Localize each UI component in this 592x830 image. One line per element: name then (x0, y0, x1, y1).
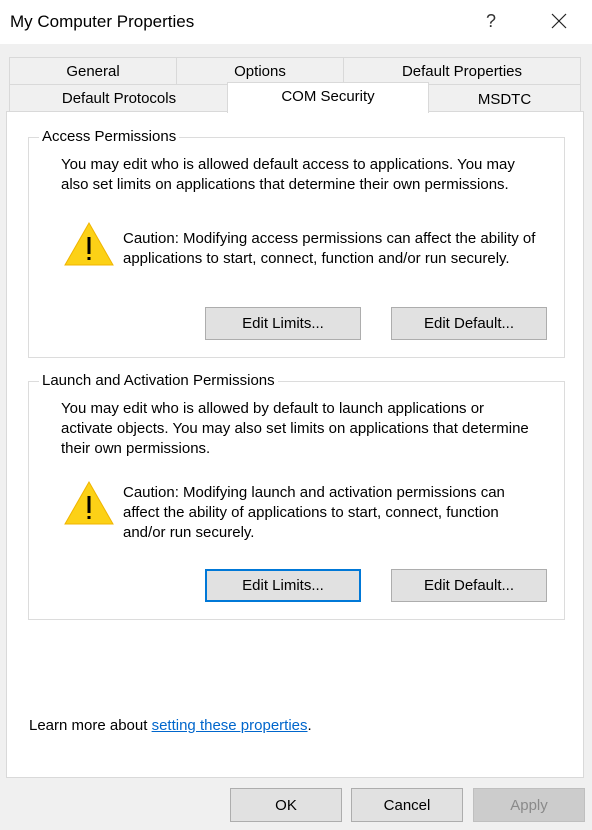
tab-options[interactable]: Options (176, 57, 344, 85)
access-permissions-label: Access Permissions (39, 128, 180, 146)
tab-general[interactable]: General (9, 57, 177, 85)
tab-msdtc[interactable]: MSDTC (428, 84, 581, 112)
cancel-button[interactable]: Cancel (351, 788, 463, 822)
tab-default-protocols[interactable]: Default Protocols (9, 84, 229, 112)
tab-label: General (66, 63, 120, 80)
access-description: You may edit who is allowed default acce… (61, 156, 515, 193)
launch-activation-group: Launch and Activation Permissions You ma… (28, 372, 565, 620)
learn-more-prefix: Learn more about (29, 717, 152, 734)
access-caution: Caution: Modifying access permissions ca… (123, 230, 536, 267)
apply-button[interactable]: Apply (473, 788, 585, 822)
tab-label: Default Properties (401, 63, 523, 80)
close-icon (551, 13, 567, 29)
title-bar: My Computer Properties ? (0, 0, 592, 44)
close-button[interactable] (544, 6, 574, 36)
launch-caution: Caution: Modifying launch and activation… (123, 484, 505, 541)
tab-panel-com-security: Access Permissions You may edit who is a… (6, 111, 584, 778)
ok-button[interactable]: OK (230, 788, 342, 822)
launch-activation-label: Launch and Activation Permissions (39, 372, 278, 390)
help-button[interactable]: ? (480, 8, 502, 34)
access-edit-limits-button[interactable]: Edit Limits... (205, 307, 361, 340)
tab-label: Options (234, 63, 286, 80)
warning-icon (64, 480, 114, 525)
launch-edit-limits-button[interactable]: Edit Limits... (205, 569, 361, 602)
setting-these-properties-link[interactable]: setting these properties (152, 717, 308, 734)
access-edit-default-button[interactable]: Edit Default... (391, 307, 547, 340)
tab-label: Default Protocols (61, 90, 177, 107)
tab-default-properties[interactable]: Default Properties (343, 57, 581, 85)
warning-icon (64, 221, 114, 266)
access-permissions-group: Access Permissions You may edit who is a… (28, 128, 565, 358)
launch-edit-default-button[interactable]: Edit Default... (391, 569, 547, 602)
window-title: My Computer Properties (10, 12, 195, 31)
tab-com-security[interactable]: COM Security (227, 82, 429, 113)
tab-label: MSDTC (477, 91, 532, 108)
learn-more-text: Learn more about setting these propertie… (29, 717, 312, 734)
tab-label: COM Security (281, 88, 375, 105)
launch-description: You may edit who is allowed by default t… (61, 400, 529, 457)
learn-more-suffix: . (307, 717, 312, 734)
